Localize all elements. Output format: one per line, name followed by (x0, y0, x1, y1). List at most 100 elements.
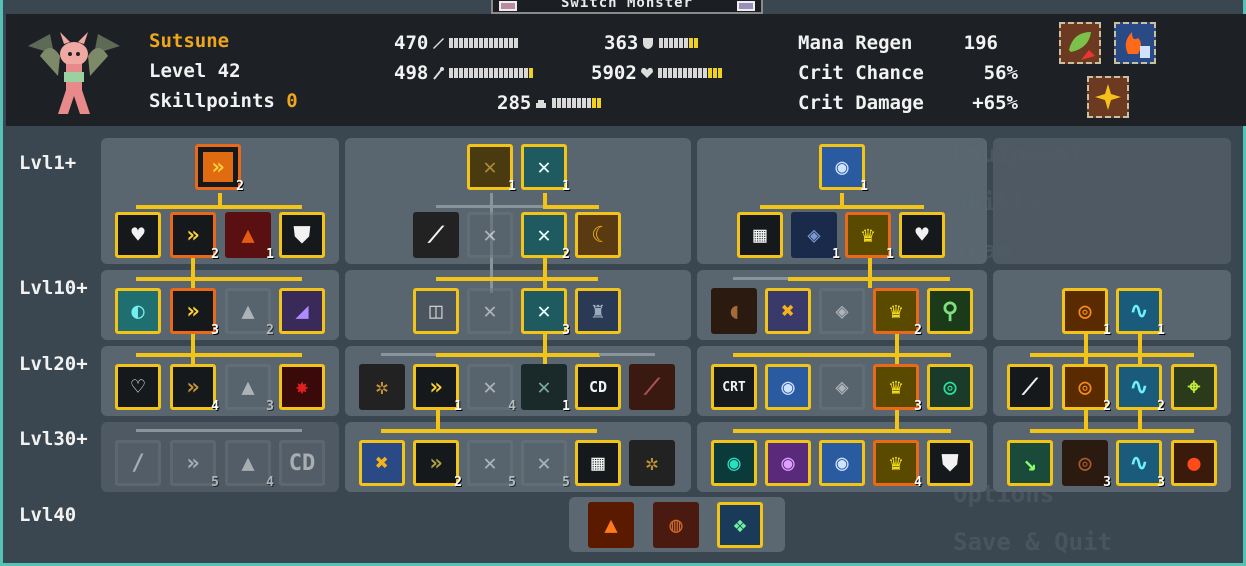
skill-mana-boost[interactable]: ▦ (575, 440, 621, 486)
skill-level: 2 (914, 323, 922, 338)
arrows-icon: » (186, 222, 200, 248)
skill-multishot-3[interactable]: » 3 (170, 288, 219, 338)
skill-rune[interactable]: ◫ (413, 288, 459, 334)
skill-locked[interactable]: ✕ (467, 288, 513, 334)
skill-fire-orb[interactable]: ● (1171, 440, 1217, 486)
skill-locked[interactable]: ▲ 4 (225, 440, 274, 490)
skill-multishot[interactable]: » 2 (195, 144, 244, 194)
skill-golden-claw-2[interactable]: ♛ 2 (873, 288, 922, 338)
skill-locked[interactable]: ✕ 5 (521, 440, 570, 490)
connector (733, 353, 951, 357)
skill-locked[interactable]: ◈ (819, 364, 865, 410)
skill-blood-burst[interactable]: ✸ (279, 364, 325, 410)
leaf-buff-icon[interactable] (1059, 22, 1101, 64)
skill-arrow-shield[interactable]: ◐ (115, 288, 161, 334)
skill-swirl-fire[interactable]: ✖ (765, 288, 811, 334)
skill-mana-boost-2[interactable]: ▦ (737, 212, 783, 258)
skill-swirl[interactable]: ◉ 1 (819, 144, 868, 194)
skill-fire-ring[interactable]: ◎ 1 (1062, 288, 1111, 338)
skill-cross-dark[interactable]: ✕ 1 (521, 364, 570, 414)
skill-wave-2[interactable]: ∿ 2 (1116, 364, 1165, 414)
fire-buff-icon[interactable] (1114, 22, 1156, 64)
skill-fire-ring-2[interactable]: ◎ 2 (1062, 364, 1111, 414)
skill-locked[interactable]: ✕ 4 (467, 364, 516, 414)
skill-ultimate-shell[interactable]: ◍ (653, 502, 699, 548)
skill-wave-3[interactable]: ∿ 3 (1116, 440, 1165, 490)
skill-crescent[interactable]: ☾ (575, 212, 621, 258)
skill-cooldown[interactable]: CD (575, 364, 621, 410)
swirl-icon: ◈ (807, 222, 821, 248)
skill-green-sigil[interactable]: ⚲ (927, 288, 973, 334)
connector (599, 353, 655, 356)
skill-target-blue[interactable]: ✖ (359, 440, 405, 486)
skill-green-ring[interactable]: ◎ (927, 364, 973, 410)
skill-defense-boost-2[interactable]: ⛊ (927, 440, 973, 486)
skill-volley[interactable]: » 4 (170, 364, 219, 414)
row-label-lvl1: Lvl1+ (19, 152, 77, 174)
skill-explosion-locked[interactable]: ▲ 2 (225, 288, 274, 338)
skill-cross-slash-3[interactable]: ✕ 3 (521, 288, 570, 338)
skill-armor[interactable]: ♜ (575, 288, 621, 334)
skill-locked[interactable]: » 5 (170, 440, 219, 490)
next-monster-key-icon[interactable] (736, 1, 755, 11)
skill-volley-2[interactable]: » 1 (413, 364, 462, 414)
skill-locked[interactable]: ✕ 5 (467, 440, 516, 490)
skill-explosion[interactable]: ▲ 1 (225, 212, 274, 262)
skill-cross-slash[interactable]: ✕ 1 (521, 144, 570, 194)
skill-target[interactable]: ✲ (359, 364, 405, 410)
skill-golden-claw-3[interactable]: ♛ 3 (873, 364, 922, 414)
armor-icon: ♜ (591, 298, 605, 324)
monster-name: Sutsune (149, 30, 230, 52)
skill-cross-slash-dark[interactable]: ✕ 1 (467, 144, 516, 194)
skill-health-boost[interactable]: ♥ (115, 212, 161, 258)
attack-value: 470 (394, 32, 429, 54)
cross-slash-icon: ✕ (537, 154, 551, 180)
skill-ultimate-spirit[interactable]: ❖ (717, 502, 763, 548)
skill-level: 1 (562, 179, 570, 194)
skill-volley-3[interactable]: » 2 (413, 440, 462, 490)
skill-locked[interactable]: ✕ (467, 212, 513, 258)
skill-wave[interactable]: ∿ 1 (1116, 288, 1165, 338)
skill-magic-staff-2[interactable]: ⟋ (1007, 364, 1053, 410)
connector (1030, 429, 1194, 433)
skill-golden-claw-4[interactable]: ♛ 4 (873, 440, 922, 490)
swirl-icon: ◈ (835, 298, 849, 324)
skill-target-dark[interactable]: ✲ (629, 440, 675, 486)
mana-regen-label: Mana Regen (798, 32, 913, 54)
skill-fire-ring-dark[interactable]: ◎ 3 (1062, 440, 1111, 490)
skill-eye[interactable]: ◉ (711, 440, 757, 486)
switch-monster-tab[interactable]: Switch Monster (491, 0, 763, 14)
skill-purple-swirl[interactable]: ◉ (765, 440, 811, 486)
skill-locked[interactable]: ◈ (819, 288, 865, 334)
skill-blade[interactable]: ⟋ (629, 364, 675, 410)
skill-crosshair[interactable]: ⌖ (1171, 364, 1217, 410)
sword-icon: / (131, 450, 145, 476)
skill-locked[interactable]: / (115, 440, 161, 486)
skill-cross-slash-2[interactable]: ✕ 2 (521, 212, 570, 262)
ghost-menu-item: Save & Quit (953, 528, 1112, 556)
skill-swirl-3[interactable]: ◉ (819, 440, 865, 486)
skill-multishot-2[interactable]: » 2 (170, 212, 219, 262)
skill-swirl-dark[interactable]: ◈ 1 (791, 212, 840, 262)
skill-shadow[interactable]: ◢ (279, 288, 325, 334)
skill-ultimate-fire[interactable]: ▲ (588, 502, 634, 548)
tree4-tier2-panel (993, 270, 1231, 340)
skill-swirl-2[interactable]: ◉ (765, 364, 811, 410)
skill-health-boost-2[interactable]: ♥ (899, 212, 945, 258)
previous-monster-key-icon[interactable] (499, 1, 517, 11)
skill-locked[interactable]: CD (279, 440, 325, 486)
skill-golden-claw[interactable]: ♛ 1 (845, 212, 894, 262)
crit-damage-value: +65% (972, 92, 1018, 114)
skill-level: 5 (211, 475, 219, 490)
skill-heal-arrow[interactable]: ♡ (115, 364, 161, 410)
skill-magic-staff[interactable]: ⟋ (413, 212, 459, 258)
fire-icon: ▲ (604, 512, 618, 538)
sparkle-buff-icon[interactable] (1087, 76, 1129, 118)
skill-green-arrow[interactable]: ↘ (1007, 440, 1053, 486)
skill-crit[interactable]: CRT (711, 364, 757, 410)
skill-defense-boost[interactable]: ⛊ (279, 212, 325, 258)
swirl-icon: ◉ (781, 450, 795, 476)
skill-locked[interactable]: ▲ 3 (225, 364, 274, 414)
magic-stat: 498 (394, 62, 534, 84)
skill-drumstick[interactable]: ◖ (711, 288, 757, 334)
